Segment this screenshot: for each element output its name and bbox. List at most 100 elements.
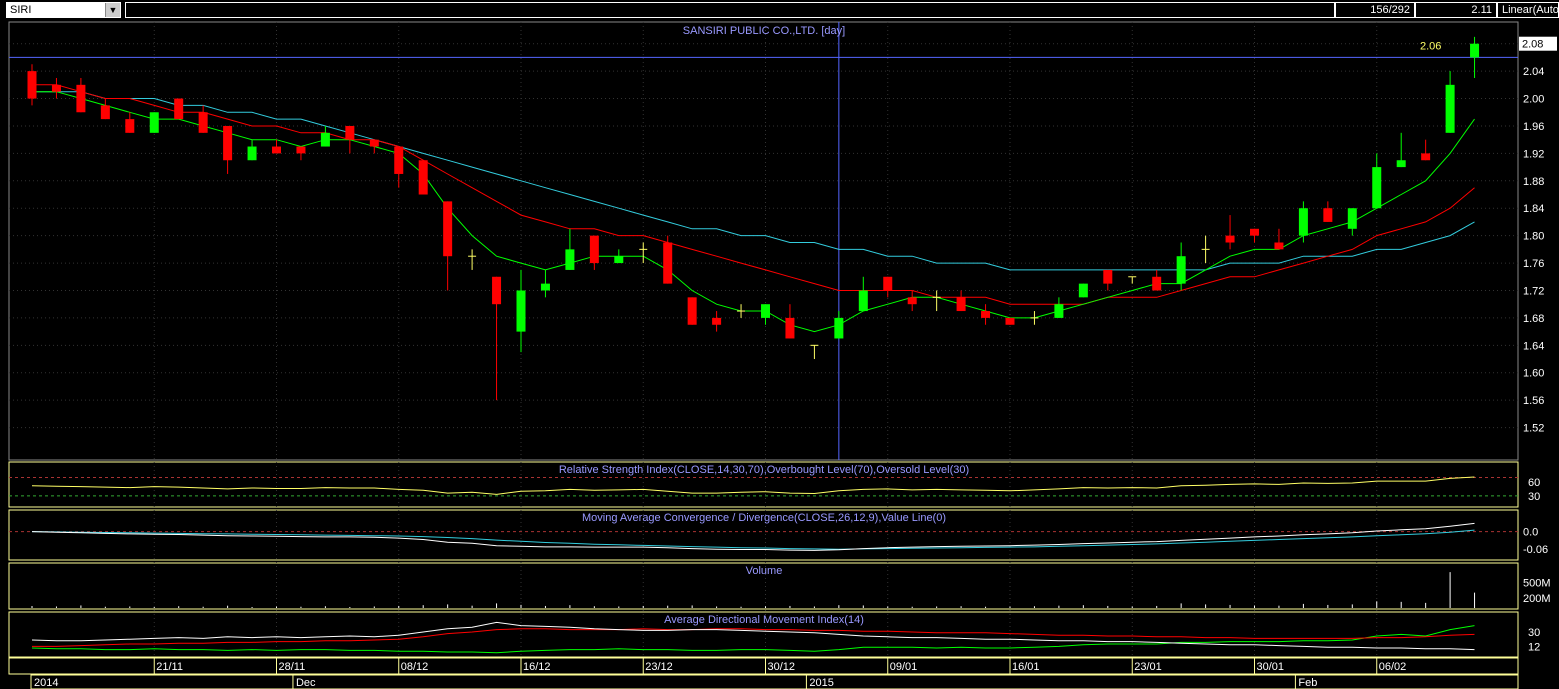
candle-body [1396, 160, 1406, 168]
adx-tick-label: 30 [1528, 627, 1540, 639]
rsi-title: Relative Strength Index(CLOSE,14,30,70),… [559, 464, 969, 476]
toolbar: SIRI ▼ 156/292 2.11 Linear(Auto [0, 0, 1559, 20]
volume-tick-label: 500M [1523, 577, 1551, 589]
candle-body [687, 297, 697, 325]
candle-body [198, 112, 208, 133]
adx-line [31, 621, 1475, 651]
macd-signal-line [31, 529, 1475, 550]
candle-body [1323, 208, 1333, 222]
date-tick-label: 06/02 [1379, 661, 1407, 673]
candle-body [1445, 84, 1455, 133]
scale-mode-selector[interactable]: Linear(Auto [1497, 2, 1559, 18]
period-label: 2015 [809, 677, 833, 689]
period-label: 2014 [34, 677, 58, 689]
moving-average-short [32, 91, 1475, 333]
candle-body [565, 249, 575, 270]
volume-tick-label: 200M [1523, 593, 1551, 605]
candle-body [1250, 228, 1259, 236]
y-tick-label: 1.56 [1523, 395, 1544, 407]
candle-body [761, 304, 770, 318]
candle-body [320, 132, 330, 147]
candle-body [272, 146, 281, 154]
y-tick-label: 2.00 [1523, 94, 1544, 106]
candle-body [1372, 167, 1382, 209]
candle-body [589, 235, 599, 264]
candle-body [956, 297, 966, 312]
y-tick-label: 1.92 [1523, 148, 1544, 160]
candle-body [1421, 153, 1431, 161]
symbol-text: SIRI [10, 4, 32, 16]
candle-body [1005, 317, 1015, 325]
date-tick-label: 21/11 [156, 661, 183, 673]
candle-body [369, 139, 379, 147]
date-tick-label: 08/12 [401, 661, 429, 673]
y-tick-label: 1.64 [1523, 340, 1544, 352]
date-tick-label: 28/11 [279, 661, 306, 673]
y-tick-label: 1.88 [1523, 176, 1544, 188]
candle-body [907, 297, 917, 305]
rsi-line [31, 476, 1475, 495]
candle-body [1347, 208, 1357, 229]
candle-body [981, 311, 991, 318]
period-label: Dec [296, 677, 316, 689]
candle-body [345, 125, 355, 140]
adx-title: Average Directional Movement Index(14) [664, 614, 864, 626]
y-tick-label: 2.04 [1523, 66, 1544, 78]
candle-body [1274, 242, 1284, 250]
chevron-down-icon[interactable]: ▼ [105, 3, 120, 17]
candle-body [883, 276, 893, 291]
stock-chart[interactable]: 2.08 2.04 2.00 1.96 1.92 1.88 1.84 1.80 1.76 1.72… [0, 20, 1559, 689]
candle-body [1298, 208, 1308, 236]
candle-body [1470, 43, 1480, 58]
macd-tick-label: -0.06 [1523, 544, 1548, 556]
candle-body [1054, 304, 1064, 318]
candle-body [223, 125, 233, 161]
date-tick-label: 23/12 [645, 661, 673, 673]
date-tick-label: 16/12 [523, 661, 551, 673]
candle-body [149, 112, 159, 133]
macd-title: Moving Average Convergence / Divergence(… [582, 512, 946, 524]
candle-body [492, 276, 502, 305]
candle-body [174, 98, 184, 120]
date-tick-label: 09/01 [890, 661, 918, 673]
candle-body [51, 84, 61, 92]
candle-body [663, 242, 673, 284]
candle-body [296, 146, 306, 154]
crosshair-value: 2.06 [1420, 40, 1441, 52]
y-tick-label: 1.96 [1523, 121, 1544, 133]
y-tick-label: 1.52 [1523, 423, 1544, 435]
candle-body [834, 317, 844, 339]
panel-frame-price [8, 21, 1519, 461]
candle-body [418, 160, 428, 195]
symbol-selector[interactable]: SIRI ▼ [6, 2, 121, 18]
last-price-tag: 2.08 [1522, 39, 1543, 51]
date-axis-frame [8, 657, 1519, 675]
candle-body [1078, 283, 1088, 298]
y-tick-label: 1.80 [1523, 231, 1544, 243]
date-tick-label: 30/12 [768, 661, 796, 673]
date-tick-label: 16/01 [1012, 661, 1040, 673]
candle-body [1152, 276, 1162, 291]
y-tick-label: 1.76 [1523, 258, 1544, 270]
candle-body [516, 290, 526, 332]
candle-body [614, 256, 624, 264]
candle-body [858, 290, 868, 312]
date-tick-label: 30/01 [1257, 661, 1285, 673]
candle-body [76, 84, 86, 113]
candle-body [712, 317, 722, 325]
rsi-tick-label: 30 [1528, 491, 1540, 503]
candle-body [27, 71, 37, 99]
candle-body [100, 105, 110, 120]
bar-counter: 156/292 [1335, 2, 1415, 18]
macd-tick-label: 0.0 [1523, 527, 1538, 539]
candle-body [247, 146, 257, 161]
candle-body [125, 119, 135, 133]
candle-body [443, 201, 453, 257]
candle-body [1103, 269, 1113, 284]
date-tick-label: 23/01 [1134, 661, 1162, 673]
candle-body [1225, 235, 1235, 243]
moving-average-mid [32, 84, 1475, 305]
candle-body [785, 317, 795, 339]
rsi-tick-label: 60 [1528, 477, 1540, 489]
macd-line [31, 522, 1475, 551]
